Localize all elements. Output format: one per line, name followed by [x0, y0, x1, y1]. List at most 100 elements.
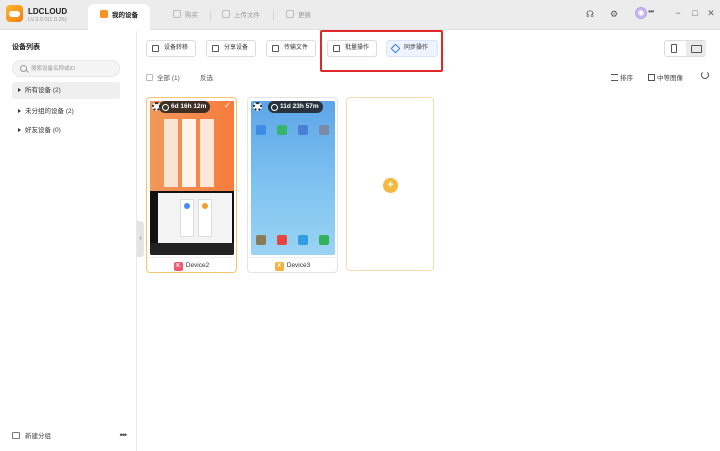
highlight-box	[320, 30, 443, 72]
device-badge: K	[173, 262, 183, 271]
button-label: 分享设备	[224, 45, 249, 51]
app-icon	[319, 125, 329, 135]
app-icon	[277, 235, 287, 245]
caret-right-icon	[18, 88, 21, 92]
device-card[interactable]: 11d 23h 57m X Device3	[247, 97, 338, 273]
refresh-icon[interactable]	[701, 71, 709, 79]
sidebar-title: 设备列表	[12, 44, 40, 51]
sort-icon	[611, 74, 618, 81]
device-screen-preview[interactable]	[150, 101, 234, 255]
avatar[interactable]	[635, 7, 647, 19]
app-icon	[256, 125, 266, 135]
device-name-bar: K Device2	[147, 257, 236, 272]
tab-divider	[273, 11, 274, 20]
remaining-time-badge: 11d 23h 57m	[268, 101, 323, 113]
search-box[interactable]	[12, 60, 120, 77]
minimize-button[interactable]: −	[672, 7, 684, 19]
transfer-icon	[152, 45, 159, 52]
share-device-button[interactable]: 分享设备	[206, 40, 256, 57]
group-count: (2)	[52, 87, 61, 94]
checkbox-icon	[146, 74, 153, 81]
title-bar: LDCLOUD LV.3.0.0(1.0.26) 我的设备 购买 上传文件 更换…	[0, 0, 720, 30]
search-icon	[20, 65, 27, 72]
grid-icon	[648, 74, 655, 81]
sidebar-item-ungrouped[interactable]: 未分组的设备 (2)	[12, 103, 120, 120]
headset-icon[interactable]: ☊	[584, 8, 596, 20]
button-label: 传输文件	[284, 45, 309, 51]
selected-count: (1)	[171, 75, 180, 82]
add-icon[interactable]: +	[383, 178, 398, 193]
device-badge: X	[274, 262, 284, 271]
device-icon	[100, 10, 108, 18]
group-label: 未分组的设备	[25, 108, 64, 115]
collapse-sidebar-button[interactable]: ‹	[137, 221, 144, 257]
app-name: LDCLOUD	[28, 7, 68, 16]
device-name: Device2	[185, 262, 210, 269]
group-label: 所有设备	[25, 87, 51, 94]
app-icon	[277, 125, 287, 135]
sort-button[interactable]: 排序	[611, 72, 633, 82]
new-group-button[interactable]: 新建分组 •••	[12, 427, 128, 445]
device-name-bar: X Device3	[248, 257, 337, 272]
selected-check-icon: ✓	[224, 101, 231, 110]
transfer-file-button[interactable]: 传输文件	[266, 40, 316, 57]
sidebar-item-friend-devices[interactable]: 好友设备 (0)	[12, 122, 120, 139]
app-icon	[298, 235, 308, 245]
sidebar-item-all-devices[interactable]: 所有设备 (2)	[12, 82, 120, 99]
tab-label: 上传文件	[234, 12, 260, 19]
tab-label: 购买	[185, 12, 198, 19]
share-icon	[212, 45, 219, 52]
more-icon[interactable]: •••	[120, 427, 128, 443]
app-icon	[298, 125, 308, 135]
remaining-time: 11d 23h 57m	[280, 103, 319, 110]
caret-right-icon	[18, 128, 21, 132]
tab-label: 更换	[298, 12, 311, 19]
device-transfer-button[interactable]: 设备转移	[146, 40, 196, 57]
tab-my-devices[interactable]: 我的设备	[88, 4, 150, 30]
remaining-time-badge: 6d 16h 12m	[159, 101, 211, 113]
more-icon[interactable]: •••	[648, 7, 654, 16]
caret-right-icon	[18, 109, 21, 113]
select-all-label: 全部	[157, 75, 170, 82]
invert-selection-link[interactable]: 反选	[200, 72, 213, 82]
portrait-view-icon[interactable]	[671, 44, 677, 53]
file-icon	[272, 45, 279, 52]
app-icon	[256, 235, 266, 245]
replace-icon	[286, 10, 294, 18]
group-count: (2)	[65, 108, 74, 115]
device-card[interactable]: 6d 16h 12m ✓ K Device2	[146, 97, 237, 273]
clock-icon	[162, 103, 169, 111]
new-group-label: 新建分组	[25, 433, 51, 440]
maximize-button[interactable]: □	[689, 7, 701, 19]
group-count: (0)	[52, 127, 61, 134]
group-label: 好友设备	[25, 127, 51, 134]
cart-icon	[173, 10, 181, 18]
device-settings-icon[interactable]	[253, 102, 262, 111]
device-screen-preview[interactable]	[251, 101, 335, 255]
settings-icon[interactable]: ⚙	[608, 8, 620, 20]
app-icon	[319, 235, 329, 245]
tab-replace[interactable]: 更换	[286, 4, 311, 30]
upload-icon	[222, 10, 230, 18]
view-toggle[interactable]	[664, 40, 706, 57]
tab-purchase[interactable]: 购买	[173, 4, 198, 30]
sidebar: 设备列表 所有设备 (2) 未分组的设备 (2) 好友设备 (0) 新建分组 •…	[0, 31, 137, 451]
ldcloud-logo	[6, 5, 23, 22]
app-version: LV.3.0.0(1.0.26)	[28, 17, 67, 23]
close-button[interactable]: ✕	[705, 7, 717, 19]
tab-divider	[210, 11, 211, 20]
tab-upload-file[interactable]: 上传文件	[222, 4, 260, 30]
search-input[interactable]	[31, 63, 116, 75]
select-all-checkbox[interactable]: 全部 (1)	[146, 72, 180, 82]
clock-icon	[271, 103, 278, 111]
button-label: 设备转移	[164, 45, 189, 51]
tab-label: 我的设备	[112, 12, 138, 19]
image-size-label: 中等图像	[657, 75, 683, 82]
sort-label: 排序	[620, 75, 633, 82]
landscape-view-icon[interactable]	[686, 41, 706, 56]
device-name: Device3	[286, 262, 311, 269]
remaining-time: 6d 16h 12m	[171, 103, 207, 110]
image-size-button[interactable]: 中等图像	[648, 72, 683, 82]
folder-add-icon	[12, 432, 20, 439]
add-device-card[interactable]: +	[346, 97, 434, 271]
